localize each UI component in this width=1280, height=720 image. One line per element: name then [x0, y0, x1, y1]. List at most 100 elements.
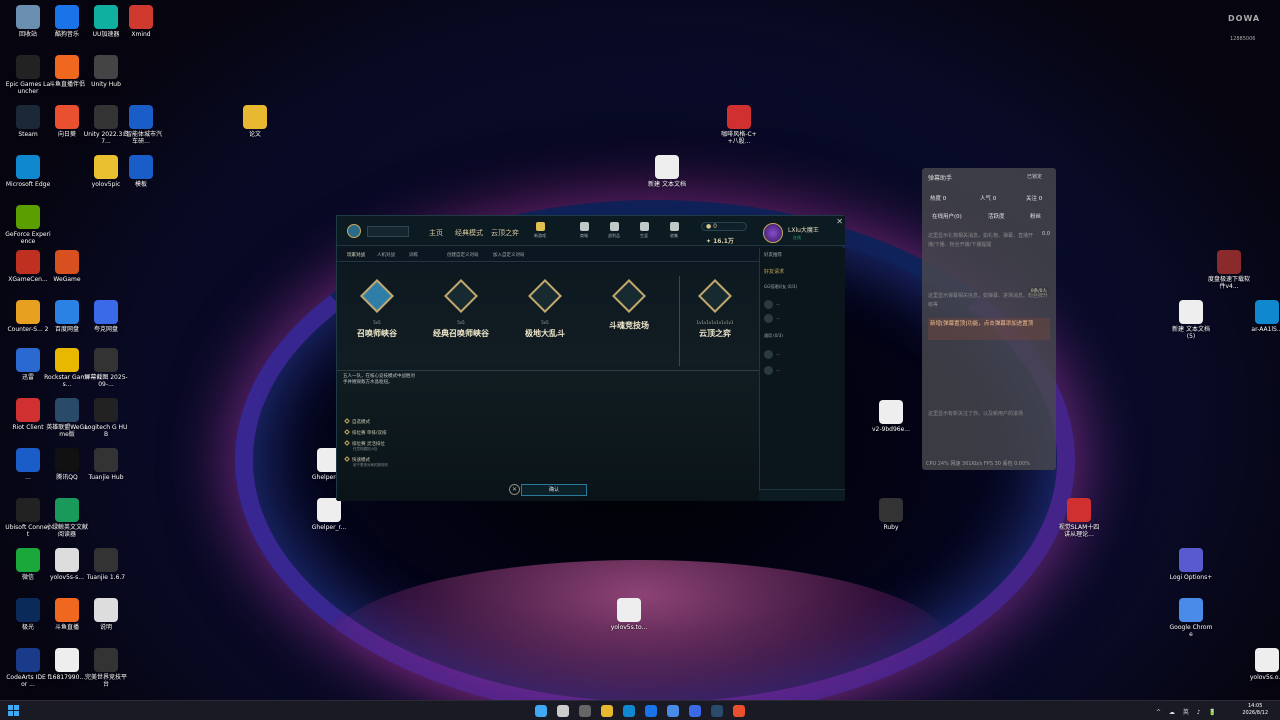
nav-tft[interactable]: 云顶之弈 — [491, 228, 519, 238]
nav-classic[interactable]: 经典模式 — [455, 228, 483, 238]
queue-option-flex[interactable]: 排位赛 灵活排位 任意规模的小队 — [344, 440, 385, 452]
desktop-icon[interactable]: v2-9bd96e... — [868, 400, 914, 433]
desktop-icon[interactable]: 模板 — [118, 155, 164, 188]
danmaku-helper-panel[interactable]: 弹幕助手 已锁定 热度 0 人气 0 关注 0 在线用户(0) 活跃度 粉丝 0… — [922, 168, 1056, 470]
action-loot[interactable]: 战利品 — [599, 222, 629, 239]
watermark-sub: 12885006 — [1230, 36, 1256, 42]
desktop-icon[interactable]: WeGame — [44, 250, 90, 283]
desktop-icon[interactable]: 论文 — [232, 105, 278, 138]
cancel-button[interactable]: ✕ — [509, 484, 520, 495]
action-collection[interactable]: 收集 — [659, 222, 689, 239]
queue-option-quick[interactable]: 快速模式 用于更快对局的新规则 — [344, 456, 388, 468]
desktop-icon[interactable]: 新建 文本文档 (5) — [1168, 300, 1214, 340]
tab-fans[interactable]: 粉丝 — [1030, 212, 1041, 220]
queue-option-solo[interactable]: 排位赛 单排/双排 — [344, 429, 386, 436]
aurora-icon — [16, 598, 40, 622]
action-new-game[interactable]: 新游戏 — [525, 222, 555, 239]
pin-feature-notice[interactable]: 新增[弹幕置顶]功能，点击弹幕添加进置顶 — [928, 318, 1050, 340]
list-item[interactable]: — — [764, 360, 840, 375]
start-icon[interactable] — [535, 705, 547, 717]
mode-arena[interactable]: 斗魂竞技场 — [589, 279, 669, 331]
desktop-icon[interactable]: 小绿鲸英文文献阅读器 — [44, 498, 90, 538]
desktop-icon[interactable]: Microsoft Edge — [5, 155, 51, 188]
search-icon[interactable] — [557, 705, 569, 717]
list-item[interactable]: — — [764, 308, 840, 323]
action-store[interactable]: 商城 — [569, 222, 599, 239]
desktop-icon[interactable]: 度盘极速下载软件v4... — [1206, 250, 1252, 290]
friend-requests-title[interactable]: 好友请求 — [764, 268, 784, 275]
mode-tft[interactable]: 1v1v1v1v1v1v1v1 云顶之弈 — [675, 279, 755, 339]
mode-aram[interactable]: 5v5 极地大乱斗 — [505, 279, 585, 339]
lol-logo-icon[interactable] — [347, 224, 361, 238]
ubisoft-icon — [16, 498, 40, 522]
desktop-icon[interactable]: 屏幕截图 2025-09-... — [83, 348, 129, 388]
desktop-icon[interactable]: 视觉SLAM十四讲从理论... — [1056, 498, 1102, 538]
tft-icon — [698, 279, 732, 313]
desktop-icon[interactable]: Tuanjie Hub — [83, 448, 129, 481]
list-item[interactable]: — — [764, 344, 840, 359]
tab-online-users[interactable]: 在线用户(0) — [932, 212, 962, 220]
file-icon — [1255, 648, 1279, 672]
lol-search-input[interactable] — [367, 226, 409, 237]
lol-icon[interactable] — [711, 705, 723, 717]
desktop-icon[interactable]: 咖啡风格-C++八股... — [716, 105, 762, 145]
avatar[interactable] — [763, 223, 783, 243]
helper-title: 弹幕助手 — [928, 175, 953, 182]
desktop-icon-label: 新建 文本文档 (5) — [1172, 326, 1210, 340]
desktop-icon[interactable]: Logi Options+ — [1168, 548, 1214, 581]
currency-balance: ✦ 16.1万 — [706, 238, 734, 245]
desktop-icon[interactable]: 《智能体城市汽车研... — [118, 105, 164, 145]
clock[interactable]: 14:05 2026/8/12 — [1242, 703, 1268, 717]
unity-icon — [94, 55, 118, 79]
vscode-icon[interactable] — [689, 705, 701, 717]
list-item[interactable]: — — [764, 294, 840, 309]
desktop-icon[interactable]: Logitech G HUB — [83, 398, 129, 438]
username: LXlu大魔王 — [788, 227, 819, 234]
desktop-icon[interactable]: 新建 文本文档 — [644, 155, 690, 188]
tab-training[interactable]: 训练 — [409, 252, 418, 258]
file-explorer-icon[interactable] — [601, 705, 613, 717]
mode-classic-rift[interactable]: 5v5 经典召唤师峡谷 — [421, 279, 501, 339]
system-tray[interactable]: ^ ☁ 英 ♪ 🔋 — [1156, 707, 1219, 716]
desktop-icon[interactable]: Ghelper_r... — [306, 498, 352, 531]
desktop-icon[interactable]: Ruby — [868, 498, 914, 531]
tab-join-custom[interactable]: 加入自定义对局 — [493, 252, 525, 258]
desktop-icon[interactable]: yolov5s.to... — [606, 598, 652, 631]
edge-icon[interactable] — [623, 705, 635, 717]
mode-summoners-rift[interactable]: 5v5 召唤师峡谷 — [337, 279, 417, 339]
desktop-icon[interactable]: Unity Hub — [83, 55, 129, 88]
action-profile[interactable]: 生涯 — [629, 222, 659, 239]
desktop-icon[interactable]: Xmind — [118, 5, 164, 38]
desktop-icon[interactable]: 说明 — [83, 598, 129, 631]
desktop-icon[interactable]: GeForce Experience — [5, 205, 51, 245]
friend-group[interactable]: 通用 (0/3) — [764, 333, 783, 339]
xmind-icon — [129, 5, 153, 29]
lock-status[interactable]: 已锁定 — [1027, 173, 1042, 180]
chrome-icon[interactable] — [667, 705, 679, 717]
desktop-icon[interactable]: ar-AA1lS... — [1244, 300, 1280, 333]
nav-home[interactable]: 主页 — [429, 228, 443, 238]
lol-client-window[interactable]: 主页 经典模式 云顶之弈 新游戏 商城 战利品 生涯 收集 ● 0 ✦ 16.1… — [336, 215, 845, 501]
live-app-icon[interactable] — [733, 705, 745, 717]
tab-pvp[interactable]: 玩家对战 — [347, 252, 365, 258]
douyu-icon — [55, 598, 79, 622]
desktop-icon[interactable]: Google Chrome — [1168, 598, 1214, 638]
desktop-icon[interactable]: yolov5s.o... — [1244, 648, 1280, 681]
tab-activity[interactable]: 活跃度 — [988, 212, 1005, 220]
desktop-icon-label: Logi Options+ — [1169, 574, 1213, 581]
mode-select-panel: 5v5 召唤师峡谷 5v5 经典召唤师峡谷 5v5 极地大乱斗 斗魂竞技场 1v1v1… — [337, 264, 759, 501]
queue-option-blind[interactable]: 自选模式 — [344, 418, 370, 425]
friend-group[interactable]: GG搭理好友 (0/3) — [764, 284, 797, 290]
confirm-button[interactable]: 确认 — [521, 484, 587, 496]
tab-create-custom[interactable]: 创建自定义对局 — [447, 252, 479, 258]
tab-bots[interactable]: 人机对战 — [377, 252, 395, 258]
windows-start-button[interactable] — [8, 705, 20, 717]
pdf-icon — [1067, 498, 1091, 522]
desktop-icon[interactable]: 夸克网盘 — [83, 300, 129, 333]
desktop-icon[interactable]: Tuanjie 1.6.7 — [83, 548, 129, 581]
desktop-icon[interactable]: 完美世界竞技平台 — [83, 648, 129, 688]
task-view-icon[interactable] — [579, 705, 591, 717]
close-icon[interactable]: ✕ — [836, 217, 843, 226]
stat-follow: 关注 0 — [1026, 196, 1043, 202]
kugou-icon[interactable] — [645, 705, 657, 717]
